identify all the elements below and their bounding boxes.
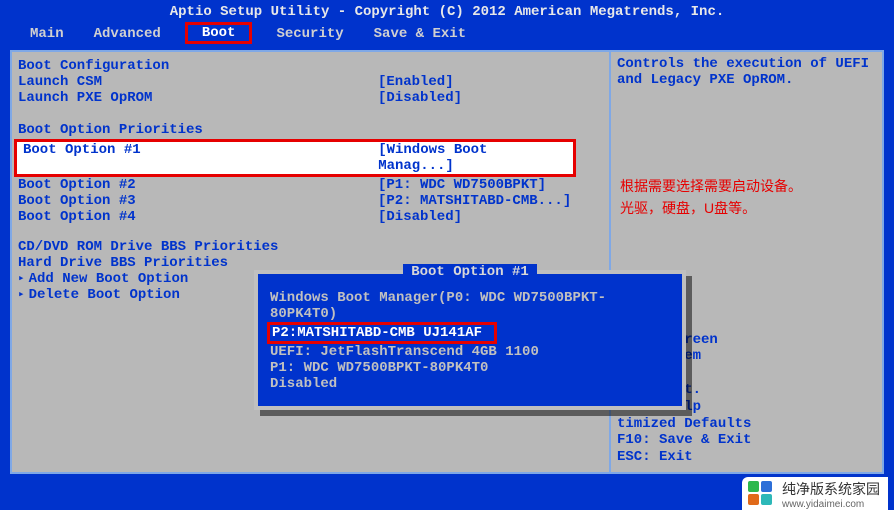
cd-dvd-bbs-label: CD/DVD ROM Drive BBS Priorities	[18, 239, 378, 255]
menu-boot[interactable]: Boot	[185, 22, 253, 44]
menu-advanced[interactable]: Advanced	[88, 24, 167, 44]
annotation-overlay: 根据需要选择需要启动设备。 光驱，硬盘，U盘等。	[620, 175, 802, 220]
popup-option-2[interactable]: UEFI: JetFlashTranscend 4GB 1100	[270, 344, 670, 360]
main-panel: Boot Configuration Launch CSM [Enabled] …	[10, 50, 884, 474]
boot-option-4-row[interactable]: Boot Option #4 [Disabled]	[18, 209, 603, 225]
help-desc-2: and Legacy PXE OpROM.	[617, 72, 876, 88]
popup-option-4[interactable]: Disabled	[270, 376, 670, 392]
key-esc-exit: ESC: Exit	[617, 449, 878, 466]
left-panel: Boot Configuration Launch CSM [Enabled] …	[10, 50, 611, 474]
launch-pxe-value: [Disabled]	[378, 90, 462, 106]
watermark-logo-icon	[748, 481, 776, 509]
key-save-exit: F10: Save & Exit	[617, 432, 878, 449]
boot-option-2-row[interactable]: Boot Option #2 [P1: WDC WD7500BPKT]	[18, 177, 603, 193]
launch-csm-label: Launch CSM	[18, 74, 378, 90]
boot-option-popup: Boot Option #1 Windows Boot Manager(P0: …	[254, 270, 686, 410]
menu-bar: Main Advanced Boot Security Save & Exit	[0, 22, 894, 50]
boot-option-3-row[interactable]: Boot Option #3 [P2: MATSHITABD-CMB...]	[18, 193, 603, 209]
popup-title: Boot Option #1	[403, 264, 537, 280]
watermark-brand: 纯净版系统家园	[782, 479, 880, 499]
watermark-url: www.yidaimei.com	[782, 499, 880, 510]
boot-option-2-label: Boot Option #2	[18, 177, 378, 193]
popup-option-0[interactable]: Windows Boot Manager(P0: WDC WD7500BPKT-…	[270, 290, 670, 322]
launch-pxe-row[interactable]: Launch PXE OpROM [Disabled]	[18, 90, 603, 106]
popup-option-1-text: P2:MATSHITABD-CMB UJ141AF	[267, 322, 497, 344]
menu-security[interactable]: Security	[270, 24, 349, 44]
cd-dvd-bbs-row[interactable]: CD/DVD ROM Drive BBS Priorities	[18, 239, 603, 255]
key-optimized-defaults: timized Defaults	[617, 416, 878, 433]
watermark-text: 纯净版系统家园 www.yidaimei.com	[782, 479, 880, 510]
spacer	[18, 106, 603, 120]
boot-option-1-label: Boot Option #1	[19, 142, 378, 174]
boot-option-1-value: [Windows Boot Manag...]	[378, 142, 571, 174]
boot-option-3-value: [P2: MATSHITABD-CMB...]	[378, 193, 571, 209]
launch-pxe-label: Launch PXE OpROM	[18, 90, 378, 106]
boot-option-4-value: [Disabled]	[378, 209, 462, 225]
launch-csm-value: [Enabled]	[378, 74, 454, 90]
title-bar: Aptio Setup Utility - Copyright (C) 2012…	[0, 0, 894, 22]
menu-main[interactable]: Main	[24, 24, 70, 44]
launch-csm-row[interactable]: Launch CSM [Enabled]	[18, 74, 603, 90]
boot-config-header: Boot Configuration	[18, 58, 603, 74]
boot-priorities-header: Boot Option Priorities	[18, 122, 603, 138]
watermark: 纯净版系统家园 www.yidaimei.com	[742, 477, 888, 510]
spacer	[18, 225, 603, 239]
boot-option-1-row[interactable]: Boot Option #1 [Windows Boot Manag...]	[14, 139, 576, 177]
annotation-line-1: 根据需要选择需要启动设备。	[620, 175, 802, 197]
menu-save-exit[interactable]: Save & Exit	[368, 24, 472, 44]
popup-option-3[interactable]: P1: WDC WD7500BPKT-80PK4T0	[270, 360, 670, 376]
popup-option-1[interactable]: P2:MATSHITABD-CMB UJ141AF	[270, 322, 670, 344]
popup-title-wrap: Boot Option #1	[270, 264, 670, 280]
right-panel: Controls the execution of UEFI and Legac…	[611, 50, 884, 474]
annotation-line-2: 光驱，硬盘，U盘等。	[620, 197, 802, 219]
boot-option-3-label: Boot Option #3	[18, 193, 378, 209]
help-desc-1: Controls the execution of UEFI	[617, 56, 876, 72]
boot-option-2-value: [P1: WDC WD7500BPKT]	[378, 177, 546, 193]
popup-body: Windows Boot Manager(P0: WDC WD7500BPKT-…	[270, 290, 670, 392]
boot-option-4-label: Boot Option #4	[18, 209, 378, 225]
bios-title: Aptio Setup Utility - Copyright (C) 2012…	[170, 4, 725, 20]
